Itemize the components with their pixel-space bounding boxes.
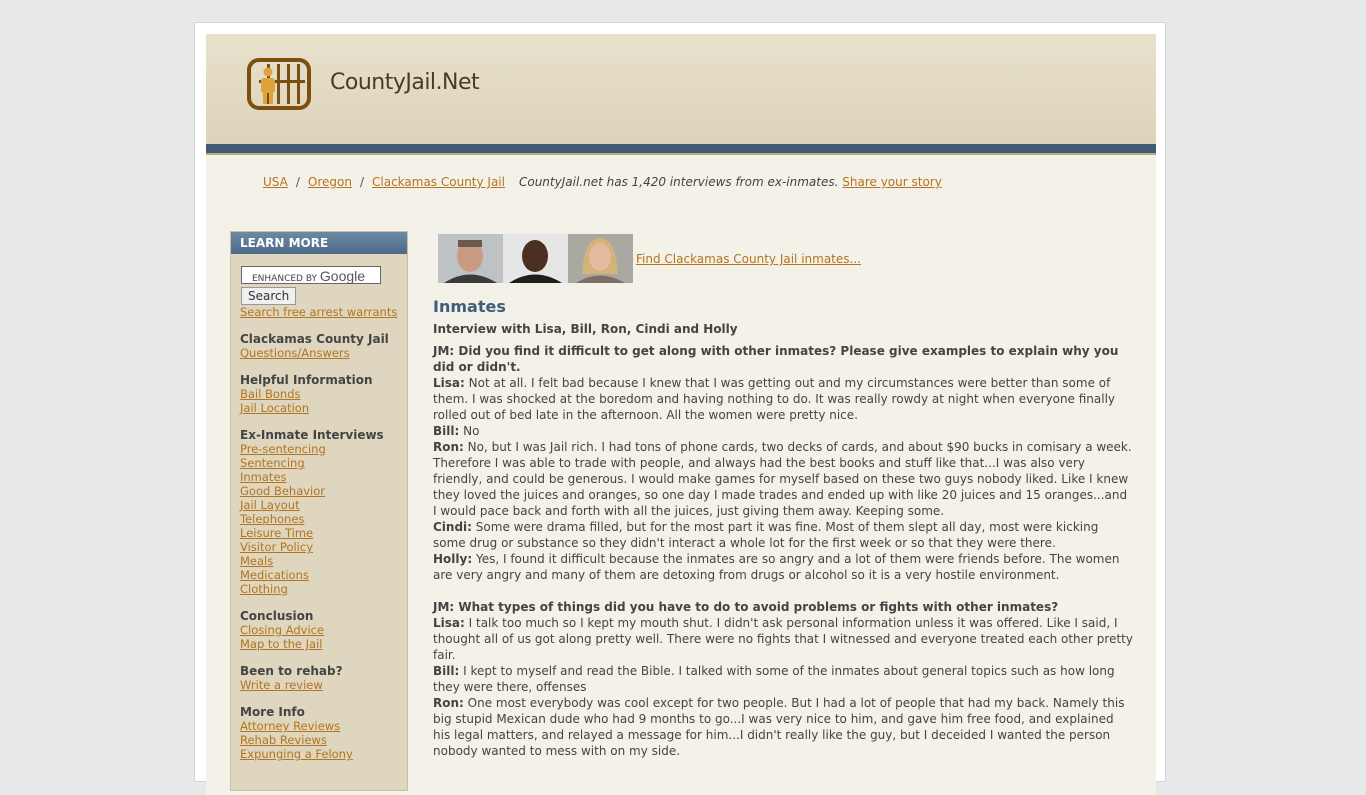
- sidebar-group-title: More Info: [240, 705, 305, 719]
- sidebar-link[interactable]: Meals: [240, 554, 407, 568]
- speaker-name: Bill:: [433, 664, 460, 678]
- answer-text: Some were drama filled, but for the most…: [433, 520, 1099, 550]
- breadcrumb: USA / Oregon / Clackamas County Jail CountyJa…: [263, 175, 942, 189]
- speaker-name: Bill:: [433, 424, 460, 438]
- mugshot-strip[interactable]: [438, 234, 633, 283]
- answer: Lisa: Not at all. I felt bad because I k…: [433, 375, 1133, 423]
- sidebar-group-rehab: Been to rehab? Write a review: [231, 664, 407, 692]
- sidebar-link[interactable]: Inmates: [240, 470, 407, 484]
- sidebar-group-title: Conclusion: [240, 609, 314, 623]
- sidebar-link[interactable]: Map to the Jail: [240, 637, 407, 651]
- site-header: CountyJail.Net: [206, 34, 1156, 144]
- sidebar-group-title: Clackamas County Jail: [240, 332, 389, 346]
- answer-text: Yes, I found it difficult because the in…: [433, 552, 1120, 582]
- speaker-name: Lisa:: [433, 616, 465, 630]
- warrants-link[interactable]: Search free arrest warrants: [240, 305, 407, 319]
- answer-text: No, but I was Jail rich. I had tons of p…: [433, 440, 1132, 518]
- site-title[interactable]: CountyJail.Net: [330, 70, 480, 95]
- speaker-name: Cindi:: [433, 520, 472, 534]
- sidebar-link[interactable]: Write a review: [240, 678, 407, 692]
- interview-count-note: CountyJail.net has 1,420 interviews from…: [519, 175, 942, 189]
- answer: Bill: I kept to myself and read the Bibl…: [433, 663, 1133, 695]
- search-placeholder: ENHANCED BY: [252, 274, 318, 284]
- question: JM: Did you find it difficult to get alo…: [433, 344, 1119, 374]
- sidebar-header: LEARN MORE: [231, 232, 407, 254]
- speaker-name: Ron:: [433, 440, 464, 454]
- speaker-name: Lisa:: [433, 376, 465, 390]
- answer-text: I kept to myself and read the Bible. I t…: [433, 664, 1115, 694]
- answer: Lisa: I talk too much so I kept my mouth…: [433, 615, 1133, 663]
- mugshot-image[interactable]: [568, 234, 633, 283]
- sidebar-link[interactable]: Rehab Reviews: [240, 733, 407, 747]
- sidebar-link[interactable]: Medications: [240, 568, 407, 582]
- sidebar-link[interactable]: Good Behavior: [240, 484, 407, 498]
- google-brand: Google: [319, 268, 366, 284]
- find-inmates-link[interactable]: Find Clackamas County Jail inmates...: [636, 252, 861, 266]
- sidebar-link[interactable]: Clothing: [240, 582, 407, 596]
- share-story-link[interactable]: Share your story: [842, 175, 942, 189]
- breadcrumb-separator: /: [359, 175, 364, 189]
- mugshot-image[interactable]: [503, 234, 568, 283]
- answer-text: Not at all. I felt bad because I knew th…: [433, 376, 1116, 422]
- answer: Ron: One most everybody was cool except …: [433, 695, 1133, 759]
- speaker-name: Ron:: [433, 696, 464, 710]
- search-button[interactable]: Search: [241, 287, 297, 305]
- sidebar-group-conclusion: Conclusion Closing Advice Map to the Jai…: [231, 609, 407, 651]
- sidebar-link[interactable]: Leisure Time: [240, 526, 407, 540]
- sidebar-group-helpful: Helpful Information Bail Bonds Jail Loca…: [231, 373, 407, 415]
- sidebar-link[interactable]: Closing Advice: [240, 623, 407, 637]
- answer: Bill: No: [433, 423, 1133, 439]
- sidebar-group-title: Ex-Inmate Interviews: [240, 428, 384, 442]
- sidebar-link[interactable]: Attorney Reviews: [240, 719, 407, 733]
- answer: Ron: No, but I was Jail rich. I had tons…: [433, 439, 1133, 519]
- breadcrumb-separator: /: [295, 175, 300, 189]
- sidebar-link[interactable]: Questions/Answers: [240, 346, 407, 360]
- sidebar-link[interactable]: Jail Layout: [240, 498, 407, 512]
- answer: Cindi: Some were drama filled, but for t…: [433, 519, 1133, 551]
- sidebar-link[interactable]: Visitor Policy: [240, 540, 407, 554]
- interview-body: JM: Did you find it difficult to get alo…: [433, 343, 1133, 759]
- sidebar-group-title: Been to rehab?: [240, 664, 343, 678]
- page-container: CountyJail.Net USA / Oregon / Clackamas Coun…: [194, 22, 1166, 795]
- answer: Holly: Yes, I found it difficult because…: [433, 551, 1133, 583]
- breadcrumb-clackamas[interactable]: Clackamas County Jail: [372, 175, 505, 189]
- sidebar-link[interactable]: Pre-sentencing: [240, 442, 407, 456]
- jail-logo-icon[interactable]: [247, 58, 311, 110]
- sidebar-link[interactable]: Bail Bonds: [240, 387, 407, 401]
- sidebar-link[interactable]: Expunging a Felony: [240, 747, 407, 761]
- sidebar: LEARN MORE ENHANCED BY Google Search Sea…: [230, 231, 408, 791]
- answer-text: No: [463, 424, 480, 438]
- question: JM: What types of things did you have to…: [433, 600, 1059, 614]
- sidebar-group-more: More Info Attorney Reviews Rehab Reviews…: [231, 705, 407, 761]
- interview-count-text: CountyJail.net has 1,420 interviews from…: [518, 175, 839, 189]
- sidebar-link[interactable]: Telephones: [240, 512, 407, 526]
- breadcrumb-oregon[interactable]: Oregon: [308, 175, 352, 189]
- sidebar-link[interactable]: Jail Location: [240, 401, 407, 415]
- sidebar-group-jail: Clackamas County Jail Questions/Answers: [231, 332, 407, 360]
- sidebar-link[interactable]: Sentencing: [240, 456, 407, 470]
- answer-text: One most everybody was cool except for t…: [433, 696, 1125, 758]
- sidebar-group-interviews: Ex-Inmate Interviews Pre-sentencing Sent…: [231, 428, 407, 596]
- header-band: [206, 144, 1156, 153]
- search-input[interactable]: ENHANCED BY Google: [241, 266, 381, 284]
- answer-text: I talk too much so I kept my mouth shut.…: [433, 616, 1133, 662]
- speaker-name: Holly:: [433, 552, 473, 566]
- mugshot-image[interactable]: [438, 234, 503, 283]
- sidebar-group-title: Helpful Information: [240, 373, 373, 387]
- breadcrumb-usa[interactable]: USA: [263, 175, 288, 189]
- page-title: Inmates: [433, 297, 506, 316]
- interview-subtitle: Interview with Lisa, Bill, Ron, Cindi an…: [433, 322, 738, 336]
